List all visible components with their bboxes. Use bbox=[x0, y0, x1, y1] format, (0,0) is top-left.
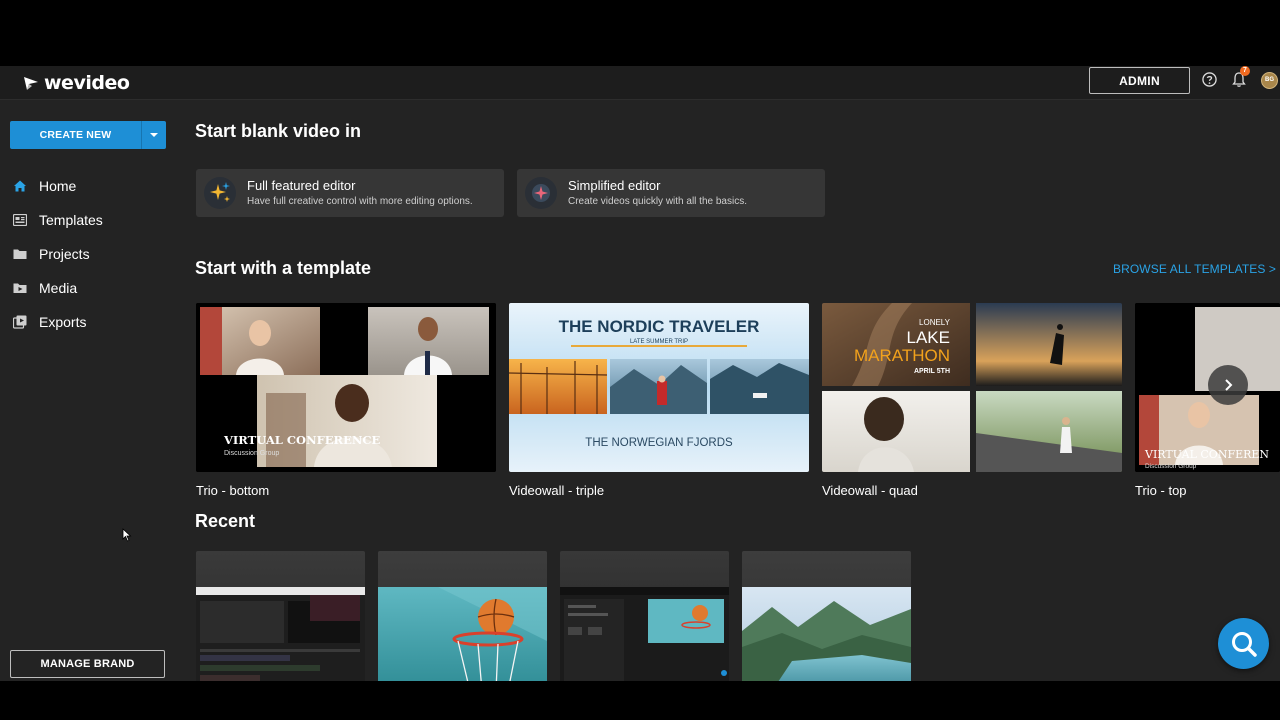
template-overlay-title: VIRTUAL CONFERENCE bbox=[223, 433, 381, 447]
template-label: Videowall - quad bbox=[822, 483, 918, 498]
sparkle-icon bbox=[525, 177, 557, 209]
exports-icon bbox=[12, 315, 27, 330]
recent-heading: Recent bbox=[195, 511, 256, 531]
template-card-videowall-quad[interactable]: LONELY LAKE MARATHON APRIL 5TH bbox=[822, 303, 1122, 472]
wevideo-logo[interactable]: wevideo bbox=[22, 70, 130, 96]
recent-project-thumb[interactable] bbox=[378, 551, 547, 681]
sidebar-item-label: Exports bbox=[39, 314, 87, 330]
folder-icon bbox=[12, 247, 27, 262]
sidebar-nav: Home Templates Projects Media Exports bbox=[0, 169, 180, 339]
search-help-button[interactable] bbox=[1218, 618, 1269, 669]
browse-all-templates-link[interactable]: BROWSE ALL TEMPLATES > bbox=[1113, 262, 1276, 276]
logo-mark-icon bbox=[24, 77, 38, 90]
sidebar-item-label: Templates bbox=[39, 212, 103, 228]
editor-title: Full featured editor bbox=[247, 178, 356, 193]
recent-project-thumb[interactable] bbox=[196, 551, 365, 681]
template-thumbnail: LONELY LAKE MARATHON APRIL 5TH bbox=[822, 303, 1122, 472]
sidebar-item-label: Projects bbox=[39, 246, 90, 262]
template-overlay-subtitle: Discussion Group bbox=[224, 450, 279, 457]
recent-thumbnail bbox=[742, 587, 911, 681]
template-overlay-date: APRIL 5TH bbox=[914, 368, 950, 375]
app-window: wevideo ADMIN 7 BG CREATE NEW Home Templ… bbox=[0, 66, 1280, 681]
template-thumbnail: VIRTUAL CONFERENCE Discussion Group bbox=[196, 303, 496, 472]
template-overlay-small: LONELY bbox=[919, 318, 951, 327]
home-icon bbox=[12, 179, 27, 194]
sidebar-item-exports[interactable]: Exports bbox=[0, 305, 180, 339]
notification-badge: 7 bbox=[1240, 66, 1250, 76]
user-avatar[interactable]: BG bbox=[1261, 72, 1278, 89]
template-label: Trio - bottom bbox=[196, 483, 270, 498]
sparkles-icon bbox=[204, 177, 236, 209]
full-featured-editor-card[interactable]: Full featured editor Have full creative … bbox=[196, 169, 504, 217]
create-new-label: CREATE NEW bbox=[10, 121, 142, 149]
template-card-trio-bottom[interactable]: VIRTUAL CONFERENCE Discussion Group bbox=[196, 303, 496, 472]
sidebar-item-label: Home bbox=[39, 178, 77, 194]
letterbox-top bbox=[0, 0, 1280, 66]
start-blank-heading: Start blank video in bbox=[195, 121, 362, 141]
logo-text: wevideo bbox=[44, 72, 130, 94]
sidebar-item-media[interactable]: Media bbox=[0, 271, 180, 305]
sidebar-item-projects[interactable]: Projects bbox=[0, 237, 180, 271]
create-new-button[interactable]: CREATE NEW bbox=[10, 121, 166, 149]
editor-description: Have full creative control with more edi… bbox=[247, 196, 473, 207]
template-card-videowall-triple[interactable]: THE NORDIC TRAVELER LATE SUMMER TRIP THE… bbox=[509, 303, 809, 472]
chevron-right-icon bbox=[1225, 379, 1233, 391]
editor-title: Simplified editor bbox=[568, 178, 661, 193]
template-overlay-mid: LAKE bbox=[907, 328, 950, 347]
sidebar-item-label: Media bbox=[39, 280, 78, 296]
carousel-next-button[interactable] bbox=[1208, 365, 1248, 405]
help-icon[interactable] bbox=[1202, 72, 1217, 87]
mouse-cursor-icon bbox=[122, 528, 132, 542]
template-overlay-footer: THE NORWEGIAN FJORDS bbox=[585, 437, 733, 449]
sidebar-item-templates[interactable]: Templates bbox=[0, 203, 180, 237]
admin-button[interactable]: ADMIN bbox=[1089, 67, 1190, 94]
recent-project-thumb[interactable] bbox=[742, 551, 911, 681]
template-label: Videowall - triple bbox=[509, 483, 605, 498]
sidebar-item-home[interactable]: Home bbox=[0, 169, 180, 203]
editor-description: Create videos quickly with all the basic… bbox=[568, 196, 747, 207]
recent-thumbnail bbox=[196, 587, 365, 681]
template-overlay-title: VIRTUAL CONFEREN bbox=[1144, 448, 1269, 461]
template-label: Trio - top bbox=[1135, 483, 1187, 498]
template-thumbnail: THE NORDIC TRAVELER LATE SUMMER TRIP THE… bbox=[509, 303, 809, 472]
top-bar: wevideo ADMIN 7 BG bbox=[0, 66, 1280, 100]
search-icon bbox=[1231, 631, 1257, 657]
start-template-heading: Start with a template bbox=[195, 258, 372, 278]
templates-icon bbox=[12, 213, 27, 228]
manage-brand-button[interactable]: MANAGE BRAND bbox=[10, 650, 165, 678]
template-overlay-title: THE NORDIC TRAVELER bbox=[559, 317, 760, 336]
media-folder-icon bbox=[12, 281, 27, 296]
simplified-editor-card[interactable]: Simplified editor Create videos quickly … bbox=[517, 169, 825, 217]
create-new-dropdown-caret[interactable] bbox=[142, 121, 166, 149]
recent-project-thumb[interactable] bbox=[560, 551, 729, 681]
recent-thumbnail bbox=[378, 587, 547, 681]
recent-thumbnail bbox=[560, 587, 729, 681]
template-overlay-subtitle: Discussion Group bbox=[1145, 463, 1197, 470]
template-overlay-subtitle: LATE SUMMER TRIP bbox=[630, 339, 688, 345]
letterbox-bottom bbox=[0, 681, 1280, 720]
template-overlay-big: MARATHON bbox=[854, 346, 950, 365]
